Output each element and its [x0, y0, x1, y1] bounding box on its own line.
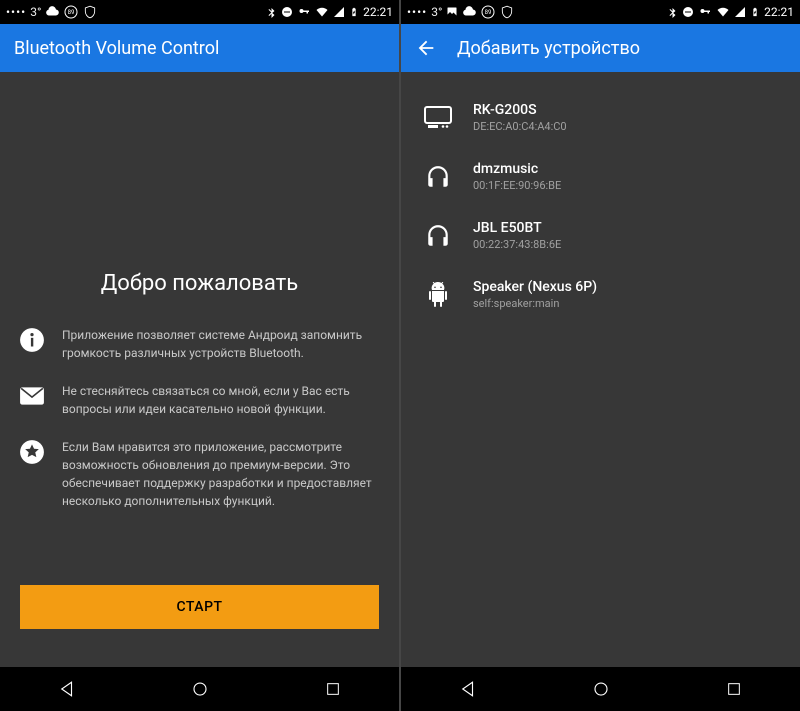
headphones-icon: [423, 221, 453, 251]
info-text-about: Приложение позволяет системе Андроид зап…: [62, 326, 381, 362]
battery-icon: [750, 5, 760, 19]
device-mac: 00:1F:EE:90:96:BE: [473, 179, 561, 192]
device-mac: 00:22:37:43:8B:6E: [473, 238, 561, 251]
device-name: dmzmusic: [473, 161, 561, 177]
headphones-icon: [423, 162, 453, 192]
status-left: •••• 3° 89: [6, 4, 97, 20]
nav-recent-button[interactable]: [303, 681, 363, 697]
battery-icon: [349, 5, 359, 19]
info-row-about: Приложение позволяет системе Андроид зап…: [18, 326, 381, 362]
svg-text:89: 89: [68, 9, 75, 16]
nav-bar: [0, 667, 399, 711]
tv-icon: [423, 103, 453, 133]
battery-circle-icon: 89: [480, 4, 496, 20]
nav-bar: [401, 667, 800, 711]
bluetooth-icon: [265, 6, 277, 18]
phone-screen-devices: •••• 3° 89 22:21 Добавить устройство: [401, 0, 800, 711]
device-item-rk-g200s[interactable]: RK-G200S DE:EC:A0:C4:A4:C0: [419, 90, 782, 149]
shield-icon: [83, 5, 97, 19]
nav-home-button[interactable]: [571, 680, 631, 698]
temperature: 3°: [431, 5, 442, 19]
wifi-icon: [315, 6, 329, 18]
nav-back-button[interactable]: [37, 680, 97, 698]
device-list: RK-G200S DE:EC:A0:C4:A4:C0 dmzmusic 00:1…: [419, 82, 782, 334]
device-mac: DE:EC:A0:C4:A4:C0: [473, 120, 567, 133]
status-right: 22:21: [265, 5, 393, 19]
signal-dots-icon: ••••: [6, 5, 26, 19]
back-button[interactable]: [415, 37, 437, 59]
android-icon: [423, 280, 453, 310]
key-icon: [698, 6, 712, 18]
wifi-icon: [716, 6, 730, 18]
app-title: Bluetooth Volume Control: [14, 38, 219, 59]
temperature: 3°: [30, 5, 41, 19]
info-icon: [18, 326, 46, 354]
app-bar: Добавить устройство: [401, 24, 800, 72]
signal-dots-icon: ••••: [407, 5, 427, 19]
weather-icon: [462, 5, 476, 19]
status-left: •••• 3° 89: [407, 4, 514, 20]
device-list-area: RK-G200S DE:EC:A0:C4:A4:C0 dmzmusic 00:1…: [401, 72, 800, 667]
device-name: RK-G200S: [473, 102, 567, 118]
welcome-heading: Добро пожаловать: [18, 271, 381, 296]
nav-home-button[interactable]: [170, 680, 230, 698]
svg-text:89: 89: [485, 9, 492, 16]
info-text-contact: Не стесняйтесь связаться со мной, если у…: [62, 382, 381, 418]
info-row-premium: Если Вам нравится это приложение, рассмо…: [18, 438, 381, 510]
info-row-contact: Не стесняйтесь связаться со мной, если у…: [18, 382, 381, 418]
clock: 22:21: [764, 5, 794, 19]
phone-screen-welcome: •••• 3° 89 22:21 Bluetooth Volume Contro…: [0, 0, 399, 711]
star-icon: [18, 438, 46, 466]
image-icon: [446, 6, 458, 18]
app-title: Добавить устройство: [457, 38, 640, 59]
cell-icon: [333, 6, 345, 18]
weather-icon: [45, 5, 59, 19]
clock: 22:21: [363, 5, 393, 19]
status-bar: •••• 3° 89 22:21: [0, 0, 399, 24]
device-mac: self:speaker:main: [473, 297, 597, 310]
welcome-content-area: Добро пожаловать Приложение позволяет си…: [0, 72, 399, 667]
device-item-jbl[interactable]: JBL E50BT 00:22:37:43:8B:6E: [419, 208, 782, 267]
bluetooth-icon: [666, 6, 678, 18]
device-item-speaker[interactable]: Speaker (Nexus 6P) self:speaker:main: [419, 267, 782, 326]
mail-icon: [18, 382, 46, 410]
info-text-premium: Если Вам нравится это приложение, рассмо…: [62, 438, 381, 510]
status-right: 22:21: [666, 5, 794, 19]
app-bar: Bluetooth Volume Control: [0, 24, 399, 72]
status-bar: •••• 3° 89 22:21: [401, 0, 800, 24]
dnd-icon: [281, 6, 293, 18]
nav-back-button[interactable]: [438, 680, 498, 698]
key-icon: [297, 6, 311, 18]
device-name: JBL E50BT: [473, 220, 561, 236]
nav-recent-button[interactable]: [704, 681, 764, 697]
shield-icon: [500, 5, 514, 19]
device-item-dmzmusic[interactable]: dmzmusic 00:1F:EE:90:96:BE: [419, 149, 782, 208]
battery-circle-icon: 89: [63, 4, 79, 20]
cell-icon: [734, 6, 746, 18]
device-name: Speaker (Nexus 6P): [473, 279, 597, 295]
dnd-icon: [682, 6, 694, 18]
start-button[interactable]: СТАРТ: [20, 585, 379, 629]
